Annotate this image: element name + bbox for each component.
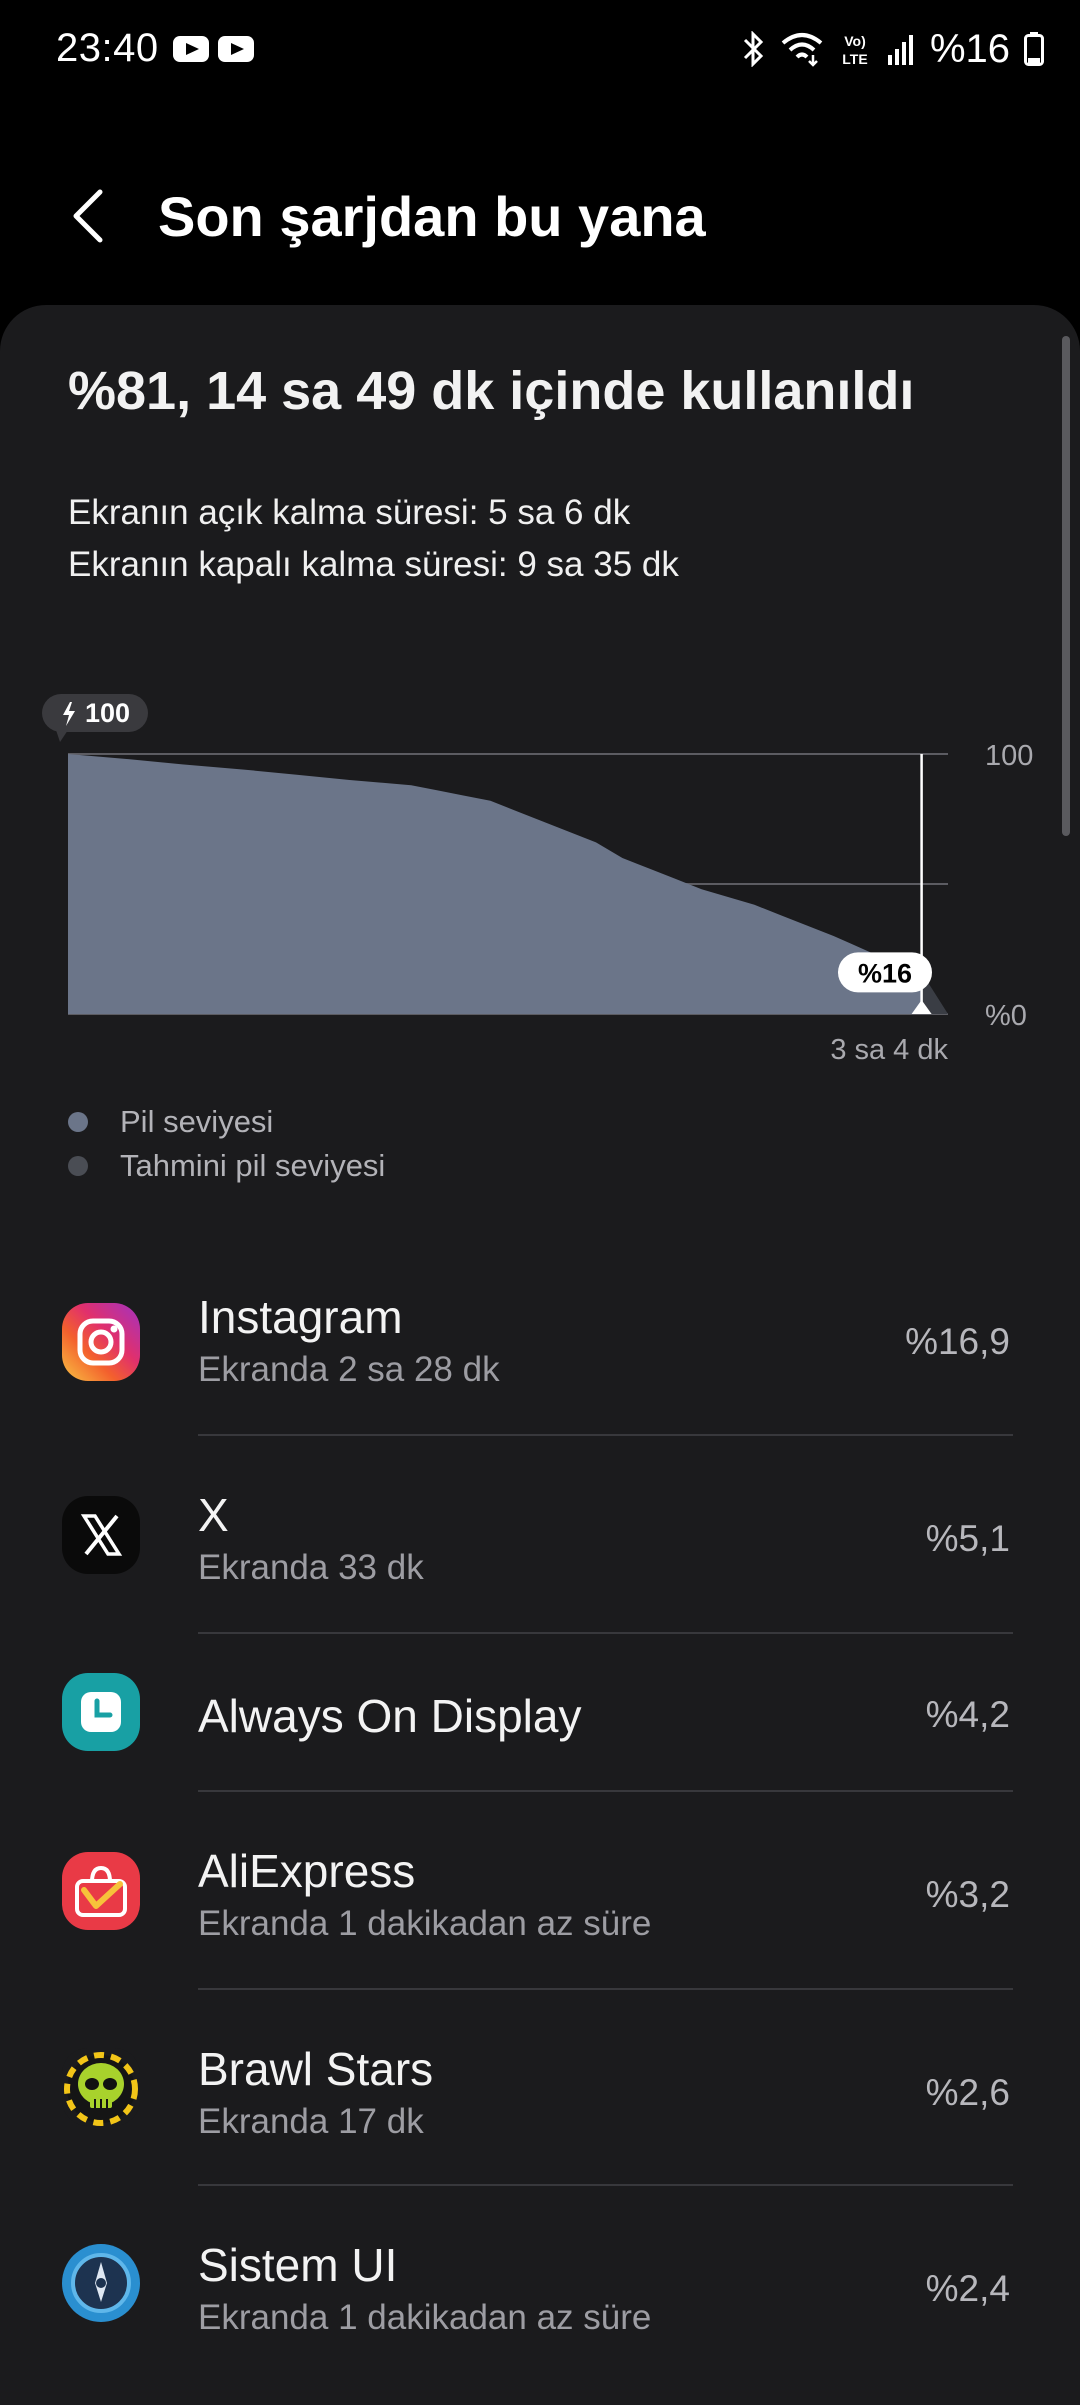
battery-icon (1024, 32, 1044, 66)
clock-icon (62, 1673, 140, 1751)
youtube-icon (173, 36, 209, 62)
gear-icon (62, 2244, 140, 2322)
app-usage-percent: %2,6 (925, 2072, 1010, 2113)
status-time: 23:40 (56, 26, 159, 70)
app-screen-time: Ekranda 1 dakikadan az süre (198, 1904, 652, 1943)
legend-label: Tahmini pil seviyesi (120, 1148, 386, 1183)
x-icon (62, 1496, 140, 1574)
skull-icon (62, 2048, 140, 2126)
app-name: AliExpress (198, 1845, 416, 1897)
y-tick-label-top: 100 (985, 740, 1033, 772)
app-usage-percent: %2,4 (925, 2268, 1010, 2309)
legend-item-battery: Pil seviyesi (68, 1102, 273, 1142)
app-screen-time: Ekranda 17 dk (198, 2102, 424, 2141)
current-level-badge: %16 (838, 952, 932, 993)
battery-chart: 100 %16 100 %0 3 sa 4 dk (42, 694, 1033, 1066)
app-row-always-on-display[interactable]: Always On Display %4,2 (0, 1634, 1080, 1790)
svg-text:LTE: LTE (842, 51, 867, 67)
legend-item-estimated: Tahmini pil seviyesi (68, 1146, 385, 1186)
screen-on-time: Ekranın açık kalma süresi: 5 sa 6 dk (68, 493, 631, 532)
svg-text:Vo): Vo) (844, 33, 866, 49)
app-screen-time: Ekranda 1 dakikadan az süre (198, 2298, 652, 2337)
instagram-icon (62, 1303, 140, 1381)
app-bar: Son şarjdan bu yana (0, 160, 1080, 270)
app-name: Sistem UI (198, 2239, 398, 2291)
app-usage-percent: %5,1 (925, 1518, 1010, 1559)
app-name: Instagram (198, 1291, 403, 1343)
y-tick-label-bottom: %0 (985, 1000, 1027, 1032)
wifi-icon (781, 33, 823, 67)
app-row-aliexpress[interactable]: AliExpress Ekranda 1 dakikadan az süre %… (0, 1792, 1080, 1988)
legend-label: Pil seviyesi (120, 1104, 274, 1139)
legend-dot (68, 1156, 88, 1176)
bluetooth-icon (743, 31, 764, 67)
app-name: Brawl Stars (198, 2043, 434, 2095)
start-badge-label: 100 (85, 698, 130, 728)
chevron-left-icon[interactable] (60, 186, 120, 246)
status-bar: 23:40 Vo) LTE %16 (0, 0, 1080, 100)
volte-icon: Vo) LTE (842, 33, 867, 67)
app-usage-percent: %3,2 (925, 1874, 1010, 1915)
x-label-right: 3 sa 4 dk (830, 1034, 948, 1066)
shopping-bag-icon (62, 1852, 140, 1930)
youtube-icon (218, 36, 254, 62)
usage-summary-title: %81, 14 sa 49 dk içinde kullanıldı (68, 361, 915, 421)
app-row-sistem-ui[interactable]: Sistem UI Ekranda 1 dakikadan az süre %2… (0, 2186, 1080, 2340)
app-usage-percent: %4,2 (925, 1694, 1010, 1735)
app-screen-time: Ekranda 33 dk (198, 1548, 424, 1587)
screen-off-time: Ekranın kapalı kalma süresi: 9 sa 35 dk (68, 545, 679, 584)
page-title: Son şarjdan bu yana (158, 185, 706, 248)
app-row-x[interactable]: X Ekranda 33 dk %5,1 (0, 1436, 1080, 1632)
app-name: X (198, 1489, 229, 1541)
signal-icon (887, 35, 913, 65)
current-badge-label: %16 (858, 958, 912, 988)
battery-percent: %16 (929, 26, 1010, 71)
app-row-brawl-stars[interactable]: Brawl Stars Ekranda 17 dk %2,6 (0, 1990, 1080, 2184)
legend-dot (68, 1112, 88, 1132)
charge-start-badge: 100 (42, 694, 148, 742)
app-screen-time: Ekranda 2 sa 28 dk (198, 1350, 500, 1389)
app-name: Always On Display (198, 1690, 582, 1742)
app-row-instagram[interactable]: Instagram Ekranda 2 sa 28 dk %16,9 (0, 1268, 1080, 1434)
app-usage-percent: %16,9 (905, 1321, 1010, 1362)
